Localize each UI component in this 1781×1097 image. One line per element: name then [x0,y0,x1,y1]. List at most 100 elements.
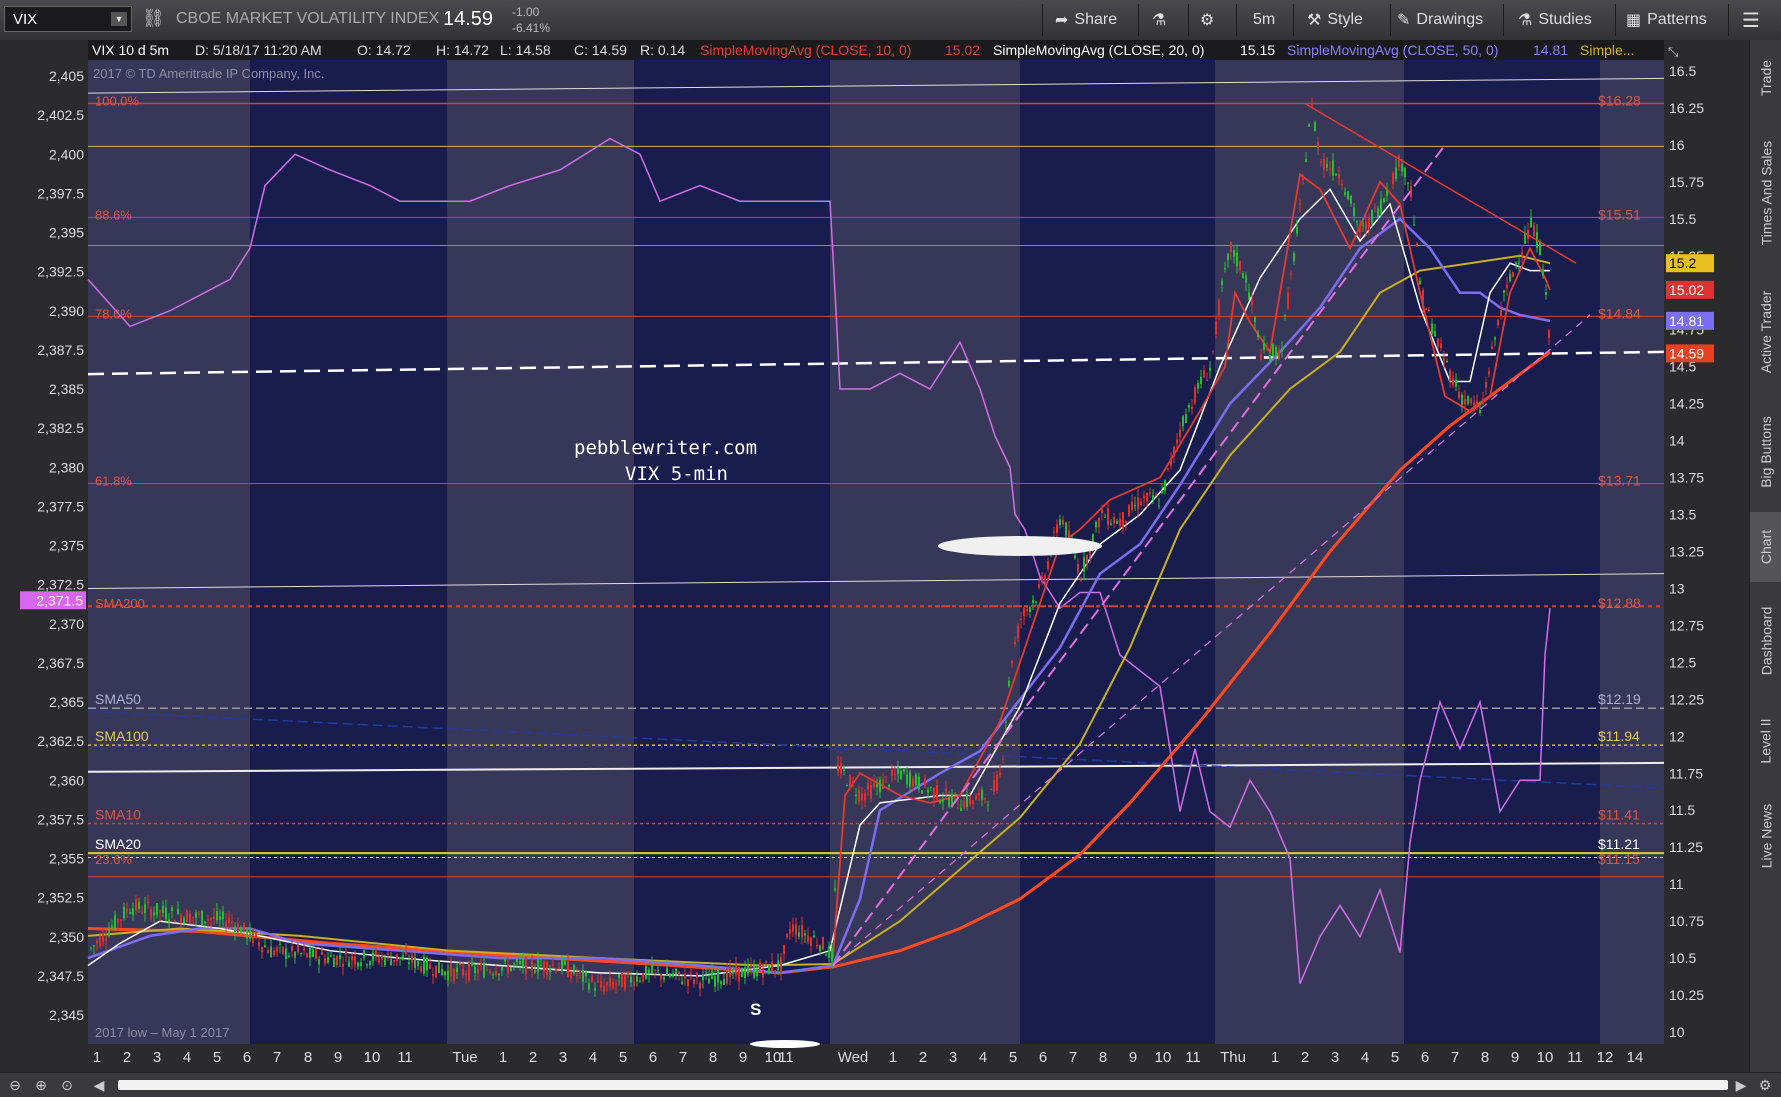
candle-body [270,946,272,958]
candle-body [576,974,578,976]
left-axis-label: 2,380 [49,459,84,475]
candle-body [663,977,665,980]
style-button[interactable]: ⚒ Style [1307,6,1363,34]
candle-body [1275,346,1277,358]
candle-body [129,912,131,914]
candle-body [267,950,269,954]
period-button[interactable]: 5m [1253,6,1275,34]
candle-body [834,888,836,891]
left-price-tag-text: 2,371.5 [36,592,83,608]
candle-body [1176,439,1178,444]
tab-chart[interactable]: Chart [1750,512,1781,582]
x-axis-label: 3 [153,1049,161,1066]
candle-body [288,955,290,957]
right-axis-label: 13 [1669,580,1685,596]
right-axis-label: 11.75 [1669,765,1703,781]
right-axis-label: 13.75 [1669,470,1704,486]
x-axis-label: 4 [979,1049,987,1066]
candle-body [1179,429,1181,437]
candle-body [468,962,470,980]
right-axis-label: 10 [1669,1024,1685,1040]
candle-body [1350,195,1352,204]
patterns-button[interactable]: ▦ Patterns [1626,6,1707,34]
tab-active-trader[interactable]: Active Trader [1750,272,1781,392]
fib-label: SMA200 [95,596,145,611]
x-axis-label: 4 [1361,1049,1369,1066]
tab-trade[interactable]: Trade [1750,40,1781,115]
candle-body [444,971,446,976]
tab-times-and-sales[interactable]: Times And Sales [1750,118,1781,268]
flask-button[interactable]: ⚗ [1152,6,1166,34]
candle-body [1149,492,1151,494]
zoom-in-icon[interactable]: ⊕ [32,1076,50,1094]
candle-body [1173,446,1175,457]
candle-body [879,779,881,793]
candle-body [1548,330,1550,338]
chart-area[interactable]: 2,405 2,402.5 2,400 2,397.5 2,395 2,392.5 2,39… [0,40,1749,1072]
settings-button[interactable]: ⚙ [1200,6,1214,34]
candle-body [1020,618,1022,620]
x-axis-label: 11 [397,1049,413,1066]
candle-body [366,964,368,966]
share-button[interactable]: ➦ Share [1055,6,1117,34]
right-axis-label: 11.5 [1669,802,1695,818]
chevron-down-icon[interactable]: ▼ [111,12,127,26]
x-axis-label: 10 [1155,1049,1172,1066]
tab-level-ii[interactable]: Level II [1750,700,1781,782]
candle-body [204,921,206,924]
candle-body [1143,496,1145,499]
candle-body [126,908,128,913]
link-icon[interactable]: ⛓ [142,8,165,29]
candle-body [552,964,554,966]
settings-icon[interactable]: ⚙ [1756,1076,1774,1094]
symbol-selector[interactable]: VIX ▼ [4,6,132,32]
zoom-fit-icon[interactable]: ⊙ [58,1076,76,1094]
candle-body [1374,207,1376,209]
candle-body [1368,217,1370,231]
candle-body [750,965,752,967]
candle-body [645,966,647,979]
candle-body [669,974,671,978]
price-chart[interactable]: 2,405 2,402.5 2,400 2,397.5 2,395 2,392.5 2,39… [0,40,1749,1072]
right-tag-text-sma20: 15.2 [1669,255,1696,271]
candle-body [1230,242,1232,253]
candle-body [477,968,479,974]
candle-body [960,807,962,812]
candle-body [1056,524,1058,533]
x-axis-label: 14 [1627,1049,1644,1066]
candle-body [1284,315,1286,317]
candle-body [309,947,311,958]
tab-live-news[interactable]: Live News [1750,786,1781,886]
x-axis-label: 5 [213,1049,221,1066]
drawings-button[interactable]: ✎ Drawings [1397,6,1483,34]
scroll-left-icon[interactable]: ◀ [90,1076,108,1094]
menu-button[interactable]: ☰ [1742,6,1760,34]
candle-body [240,928,242,934]
bottom-bar: ⊖ ⊕ ⊙ ◀ ▶ ⚙ [0,1072,1781,1097]
tab-big-buttons[interactable]: Big Buttons [1750,396,1781,508]
candle-body [456,967,458,973]
right-axis-label: 11.25 [1669,839,1703,855]
left-axis-label: 2,362.5 [37,733,84,749]
tab-dashboard[interactable]: Dashboard [1750,586,1781,696]
scroll-right-icon[interactable]: ▶ [1732,1076,1750,1094]
left-axis-label: 2,370 [49,616,84,632]
candle-body [384,958,386,966]
candle-body [1227,253,1229,260]
candle-body [147,901,149,904]
more-studies[interactable]: Simple... [1580,42,1634,58]
zoom-out-icon[interactable]: ⊖ [6,1076,24,1094]
candle-body [1371,209,1373,224]
candle-body [1113,516,1115,524]
horizontal-scrollbar[interactable] [118,1080,1728,1090]
candle-body [441,969,443,976]
candle-body [420,966,422,972]
candle-body [759,962,761,970]
candle-body [1200,376,1202,384]
candle-body [633,981,635,986]
studies-button[interactable]: ⚗ Studies [1518,6,1592,34]
expand-icon[interactable]: ⤡ [1668,44,1679,59]
candle-body [492,974,494,976]
candle-body [534,970,536,973]
x-axis-label: 4 [589,1049,597,1066]
